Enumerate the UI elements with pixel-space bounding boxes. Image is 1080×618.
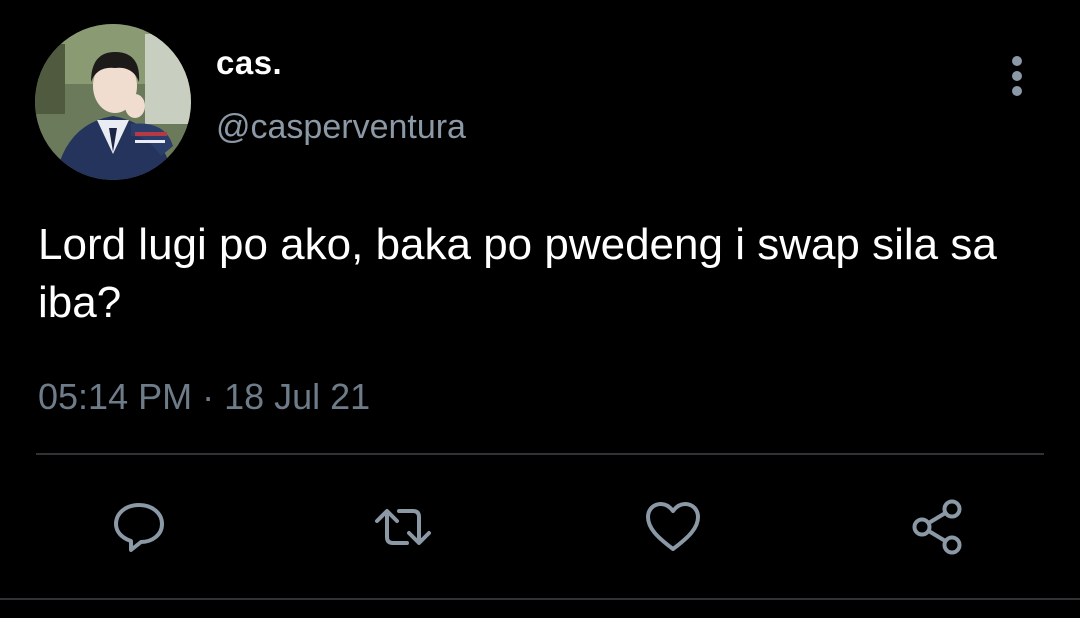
display-name[interactable]: cas. [216,44,282,82]
reply-icon [114,503,164,552]
like-button[interactable] [643,497,703,557]
share-icon [912,499,962,555]
tweet-card: cas. @casperventura Lord lugi po ako, ba… [0,0,1080,618]
divider [36,453,1044,455]
reply-button[interactable] [109,497,169,557]
avatar[interactable] [35,24,191,180]
tweet-timestamp[interactable]: 05:14 PM · 18 Jul 21 [38,376,370,418]
avatar-image [35,24,191,180]
more-vertical-icon [1012,56,1022,96]
retweet-icon [375,509,431,545]
tweet-text: Lord lugi po ako, baka po pwedeng i swap… [38,220,997,327]
more-options-button[interactable] [1000,54,1034,98]
share-button[interactable] [908,497,968,557]
bottom-divider [0,598,1080,600]
heart-icon [646,502,700,551]
user-handle[interactable]: @casperventura [216,108,466,147]
retweet-button[interactable] [373,497,433,557]
